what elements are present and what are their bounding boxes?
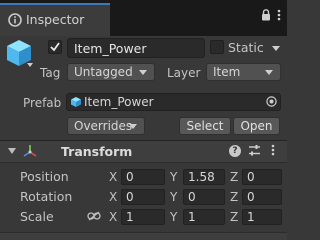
tag-dropdown[interactable]: Untagged [67, 63, 155, 81]
foldout-arrow-icon[interactable] [8, 148, 16, 154]
component-title: Transform [61, 144, 133, 159]
axis-x-label[interactable]: X [109, 170, 117, 184]
layer-value: Item [213, 65, 241, 79]
axis-z-label[interactable]: Z [230, 190, 238, 204]
inspector-icon [8, 13, 22, 27]
overrides-dropdown[interactable]: Overrides [67, 117, 145, 135]
next-component-header[interactable] [0, 232, 287, 240]
rotation-label: Rotation [20, 189, 73, 204]
prefab-asset-name: Item_Power [84, 95, 154, 109]
rotation-z-field[interactable]: 0 [242, 189, 282, 205]
transform-header[interactable] [0, 141, 287, 163]
static-dropdown-caret[interactable] [272, 46, 280, 51]
open-button[interactable]: Open [233, 117, 280, 135]
axis-x-label[interactable]: X [109, 190, 117, 204]
icon-dropdown-caret[interactable] [27, 63, 33, 67]
transform-icon [23, 145, 37, 157]
position-y-field[interactable]: 1.58 [183, 169, 225, 185]
help-icon[interactable]: ? [229, 145, 241, 157]
chevron-down-icon [139, 70, 147, 75]
prefab-label: Prefab [23, 96, 62, 110]
tab-inspector[interactable]: Inspector [0, 3, 110, 36]
tab-title: Inspector [26, 12, 85, 27]
prefab-cube-icon [71, 97, 81, 107]
tag-label: Tag [40, 66, 61, 80]
layer-label: Layer [167, 66, 201, 80]
rotation-x-field[interactable]: 0 [121, 189, 165, 205]
chevron-down-icon [265, 70, 273, 75]
position-z-field[interactable]: 0 [242, 169, 282, 185]
presets-icon[interactable] [248, 144, 261, 157]
axis-y-label[interactable]: Y [170, 190, 177, 204]
static-checkbox[interactable] [210, 40, 224, 54]
axis-y-label[interactable]: Y [170, 170, 177, 184]
position-label: Position [20, 169, 69, 184]
object-name-field[interactable]: Item_Power [67, 38, 205, 58]
more-icon[interactable] [277, 9, 281, 21]
static-label: Static [228, 40, 264, 55]
link-icon[interactable] [87, 211, 101, 221]
axis-y-label[interactable]: Y [170, 210, 177, 224]
target-icon[interactable] [266, 96, 277, 107]
axis-z-label[interactable]: Z [230, 170, 238, 184]
scale-y-field[interactable]: 1 [183, 209, 225, 225]
active-checkbox[interactable] [48, 40, 62, 54]
rotation-y-field[interactable]: 0 [183, 189, 225, 205]
select-button[interactable]: Select [179, 117, 231, 135]
chevron-down-icon [129, 124, 137, 129]
more-icon[interactable] [271, 144, 275, 156]
scale-x-field[interactable]: 1 [121, 209, 165, 225]
scale-label: Scale [20, 209, 54, 224]
axis-x-label[interactable]: X [109, 210, 117, 224]
checkmark-icon [50, 42, 60, 52]
prefab-asset-field[interactable]: Item_Power [66, 93, 281, 111]
layer-dropdown[interactable]: Item [206, 63, 281, 81]
axis-z-label[interactable]: Z [230, 210, 238, 224]
lock-icon[interactable] [261, 9, 271, 21]
scale-z-field[interactable]: 1 [242, 209, 282, 225]
tag-value: Untagged [74, 65, 133, 79]
position-x-field[interactable]: 0 [121, 169, 165, 185]
overrides-label: Overrides [74, 119, 133, 133]
